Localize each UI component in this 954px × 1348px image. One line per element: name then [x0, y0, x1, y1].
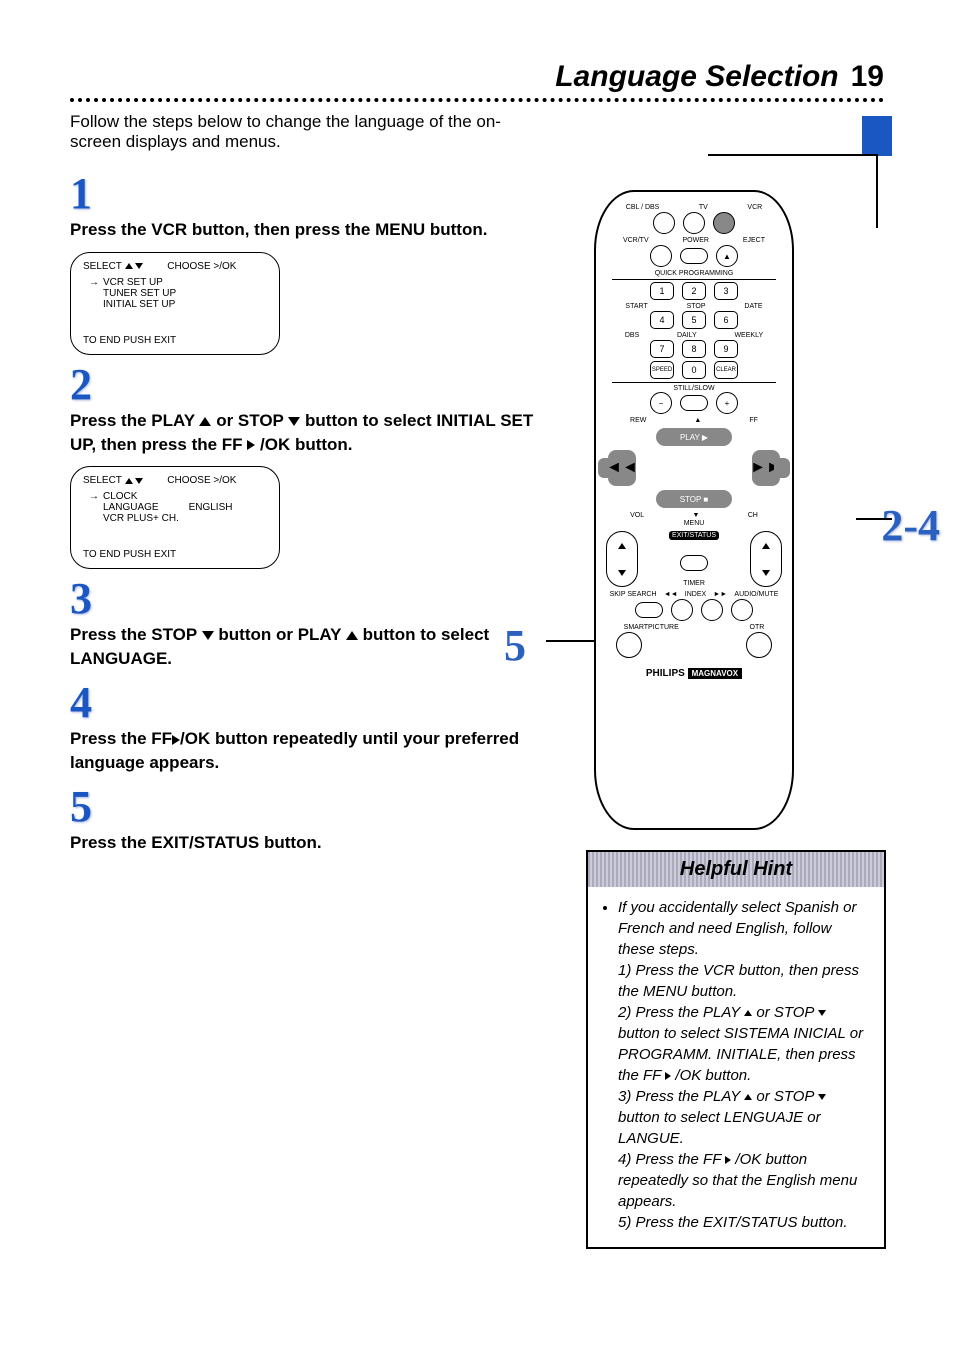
stop-button: STOP ■ [656, 490, 732, 508]
triangle-down-icon [288, 417, 300, 426]
hint-p2: 1) Press the VCR button, then press the … [618, 960, 870, 1002]
index-prev-button [671, 599, 693, 621]
step-4-number: 4 [70, 681, 560, 725]
button-6: 6 [714, 311, 738, 329]
button-5: 5 [682, 311, 706, 329]
step-1-number: 1 [70, 172, 560, 216]
triangle-down-icon [818, 1010, 826, 1016]
step-2-number: 2 [70, 363, 560, 407]
osd-screen-1: SELECT CHOOSE >/OK →VCR SET UP TUNER SET… [70, 252, 280, 355]
triangle-up-icon [744, 1010, 752, 1016]
vcr-button [713, 212, 735, 234]
osd-screen-2: SELECT CHOOSE >/OK →CLOCK LANGUAGEENGLIS… [70, 466, 280, 569]
still-slow-button [680, 395, 708, 411]
hint-p3: 2) Press the PLAY or STOP button to sele… [618, 1002, 870, 1086]
power-button [680, 248, 708, 264]
audio-mute-button [731, 599, 753, 621]
button-9: 9 [714, 340, 738, 358]
smartpicture-button [616, 632, 642, 658]
play-button: PLAY ▶ [656, 428, 732, 446]
speed-button: SPEED [650, 361, 674, 379]
cbl-dbs-button [653, 212, 675, 234]
triangle-down-icon [818, 1094, 826, 1100]
vol-rocker [606, 531, 638, 587]
hint-p6: 5) Press the EXIT/STATUS button. [618, 1212, 870, 1233]
button-7: 7 [650, 340, 674, 358]
hint-p4: 3) Press the PLAY or STOP button to sele… [618, 1086, 870, 1149]
step-4-heading: Press the FF/OK button repeatedly until … [70, 727, 550, 775]
step-1-heading: Press the VCR button, then press the MEN… [70, 218, 550, 242]
step-3-heading: Press the STOP button or PLAY button to … [70, 623, 550, 671]
button-2: 2 [682, 282, 706, 300]
hint-p5: 4) Press the FF /OK button repeatedly so… [618, 1149, 870, 1212]
minus-button: − [650, 392, 672, 414]
triangle-right-icon [172, 735, 180, 745]
step-5-number: 5 [70, 785, 560, 829]
triangle-up-icon [199, 417, 211, 426]
tv-button [683, 212, 705, 234]
hint-p1: If you accidentally select Spanish or Fr… [618, 897, 870, 960]
eject-button: ▲ [716, 245, 738, 267]
exit-status-button: EXIT/STATUS [669, 531, 719, 540]
button-0: 0 [682, 361, 706, 379]
page-number: 19 [851, 60, 884, 94]
rew-button: ◄◄ [608, 450, 636, 486]
skip-search-button [635, 602, 663, 618]
remote-control-diagram: CBL / DBSTVVCR VCR/TVPOWEREJECT ▲ QUICK … [594, 190, 794, 830]
callout-1-marker [862, 116, 892, 156]
dotted-divider [70, 98, 884, 102]
intro-text: Follow the steps below to change the lan… [70, 112, 550, 152]
vcrtv-button [650, 245, 672, 267]
triangle-up-icon [744, 1094, 752, 1100]
hint-title: Helpful Hint [588, 852, 884, 887]
step-2-heading: Press the PLAY or STOP button to select … [70, 409, 550, 457]
otr-button [746, 632, 772, 658]
button-3: 3 [714, 282, 738, 300]
button-8: 8 [682, 340, 706, 358]
helpful-hint-box: Helpful Hint If you accidentally select … [586, 850, 886, 1249]
brand-label: PHILIPS MAGNAVOX [606, 668, 782, 679]
triangle-up-icon [346, 631, 358, 640]
button-4: 4 [650, 311, 674, 329]
step-3-number: 3 [70, 577, 560, 621]
timer-button [680, 555, 708, 571]
triangle-down-icon [202, 631, 214, 640]
callout-2-4: 2-4 [881, 500, 940, 551]
index-next-button [701, 599, 723, 621]
button-1: 1 [650, 282, 674, 300]
step-5-heading: Press the EXIT/STATUS button. [70, 831, 550, 855]
ch-rocker [750, 531, 782, 587]
callout-5: 5 [504, 620, 526, 671]
clear-button: CLEAR [714, 361, 738, 379]
plus-button: + [716, 392, 738, 414]
page-title: Language Selection [555, 60, 838, 94]
